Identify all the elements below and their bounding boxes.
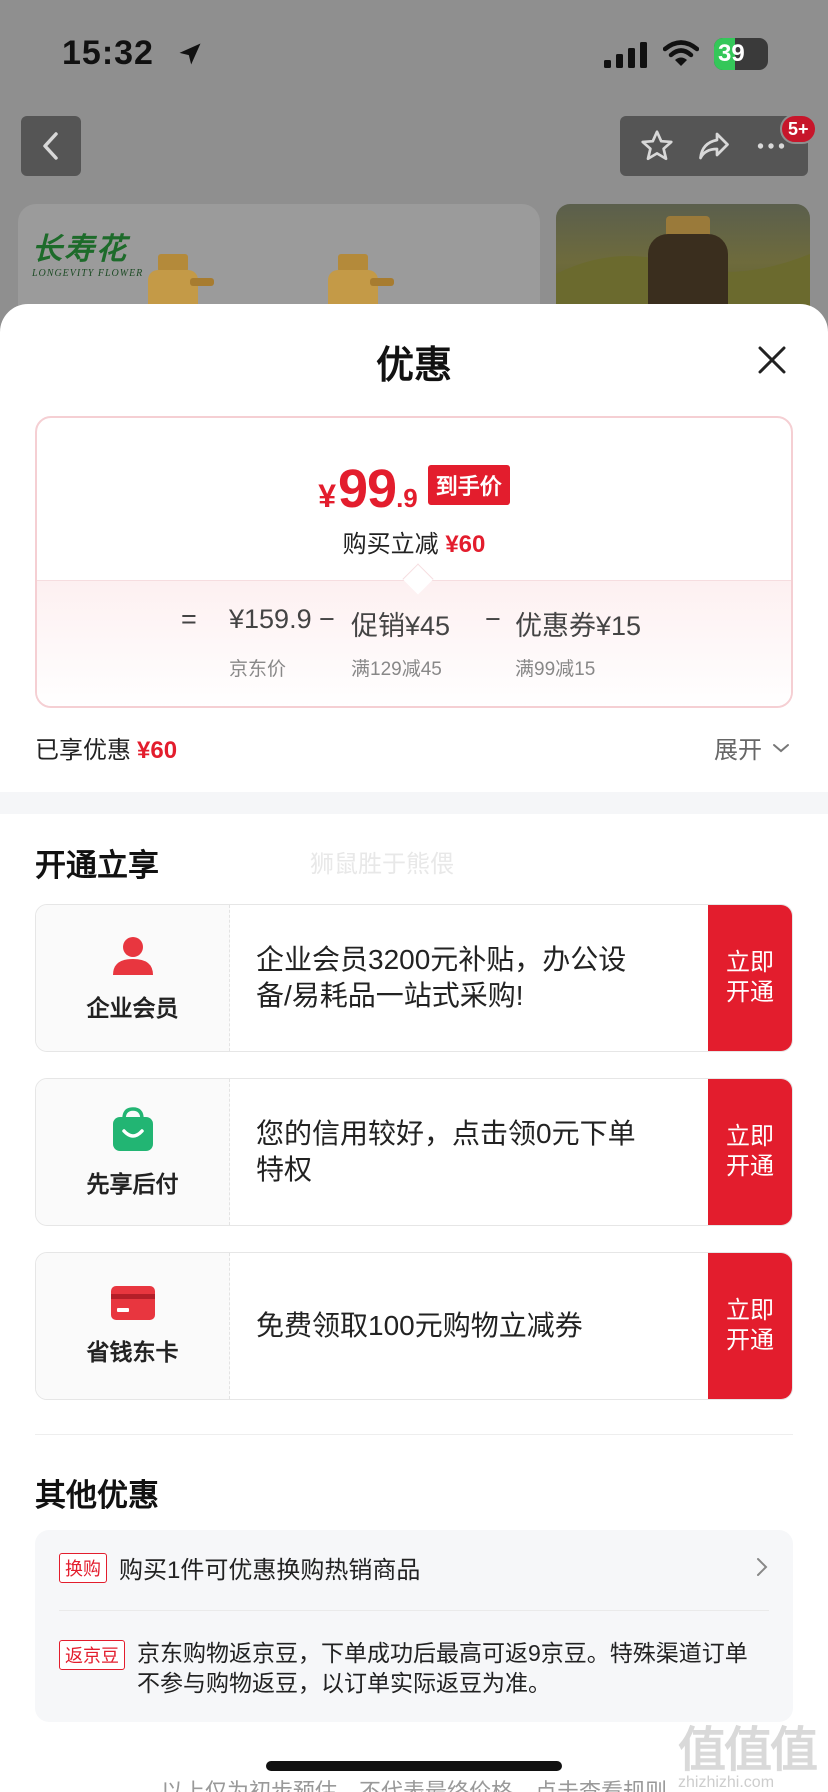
offer-name: 省钱东卡 [86, 1339, 179, 1365]
enjoyed-discount: 已享优惠 ¥60 [35, 737, 178, 764]
other-offers-list: 换购 购买1件可优惠换购热销商品 返京豆 京东购物返京豆，下单成功后最高可返9京… [35, 1530, 793, 1722]
minus-sign: − [319, 604, 335, 634]
divider [35, 1434, 793, 1435]
price-breakdown [37, 580, 791, 706]
battery-indicator: 39 [714, 38, 768, 70]
list-item-trade-in[interactable]: 换购 购买1件可优惠换购热销商品 [59, 1550, 769, 1585]
offer-description: 您的信用较好，点击领0元下单特权 [256, 1118, 636, 1185]
brand-logo: 长寿花 LONGEVITY FLOWER [32, 232, 144, 279]
offer-text: 京东购物返京豆，下单成功后最高可返9京豆。特殊渠道订单不参与购物返豆，以订单实际… [137, 1640, 748, 1696]
offer-card-savings-card: 省钱东卡 免费领取100元购物立减券 立即开通 [35, 1252, 793, 1400]
equals-sign: = [181, 604, 197, 634]
list-item-jd-beans: 返京豆 京东购物返京豆，下单成功后最高可返9京豆。特殊渠道订单不参与购物返豆，以… [59, 1638, 759, 1698]
offer-description: 免费领取100元购物立减券 [256, 1310, 583, 1341]
offer-text: 购买1件可优惠换购热销商品 [119, 1557, 421, 1584]
product-page-background: 15:32 39 5+ 长寿花 LONGEVITY FLOWER [0, 0, 828, 334]
shopping-bag-icon [112, 1107, 153, 1151]
other-section-title: 其他优惠 [35, 1478, 159, 1513]
chevron-down-icon [773, 743, 789, 752]
card-icon [110, 1286, 155, 1320]
activate-section-title: 开通立享 [35, 848, 159, 883]
corner-watermark: 值值值 zhizhizhi.com [678, 1724, 818, 1791]
home-indicator [266, 1761, 562, 1771]
share-icon[interactable] [696, 128, 732, 164]
instant-discount-text: 购买立减 ¥60 [342, 531, 486, 558]
activate-button[interactable]: 立即开通 [708, 905, 792, 1051]
activate-button[interactable]: 立即开通 [708, 1079, 792, 1225]
offer-tag: 返京豆 [59, 1640, 125, 1670]
star-icon[interactable] [639, 128, 675, 164]
offer-name: 先享后付 [86, 1171, 179, 1197]
coupon-amount: 优惠券¥15 [515, 611, 642, 641]
wifi-icon [663, 40, 699, 66]
offer-name: 企业会员 [86, 995, 179, 1021]
section-divider [0, 792, 828, 814]
offer-card-enterprise-member: 企业会员 企业会员3200元补贴，办公设备/易耗品一站式采购! 立即开通 [35, 904, 793, 1052]
location-arrow-icon [179, 43, 201, 65]
promotion-amount: 促销¥45 [351, 611, 451, 641]
status-bar: 15:32 39 [0, 0, 828, 100]
notification-badge: 5+ [780, 114, 817, 144]
offer-description: 企业会员3200元补贴，办公设备/易耗品一站式采购! [256, 944, 627, 1011]
minus-sign: − [485, 604, 501, 634]
final-price: ¥ 99 .9 到手价 [37, 458, 791, 520]
back-button[interactable] [21, 116, 81, 176]
watermark: 狮鼠胜于熊偎 [310, 851, 454, 878]
discount-sheet: 优惠 ¥ 99 .9 到手价 购买立减 ¥60 = ¥159.9 京东价 − 促… [0, 304, 828, 1792]
close-icon[interactable] [752, 340, 792, 380]
activate-button[interactable]: 立即开通 [708, 1253, 792, 1399]
person-icon [112, 937, 153, 975]
cellular-signal-icon [604, 42, 647, 68]
expand-button[interactable]: 展开 [714, 730, 790, 765]
sheet-title: 优惠 [375, 345, 452, 387]
chevron-left-icon [43, 132, 58, 160]
final-price-tag: 到手价 [427, 465, 510, 505]
divider [59, 1610, 769, 1611]
offer-tag: 换购 [59, 1552, 107, 1583]
promotion-rule: 满129减45 [351, 659, 442, 680]
base-price-label: 京东价 [229, 659, 287, 680]
status-time: 15:32 [62, 34, 154, 72]
offer-card-buy-now-pay-later: 先享后付 您的信用较好，点击领0元下单特权 立即开通 [35, 1078, 793, 1226]
chevron-right-icon [757, 1558, 768, 1576]
base-price: ¥159.9 [229, 604, 312, 634]
price-summary-card: ¥ 99 .9 到手价 购买立减 ¥60 = ¥159.9 京东价 − 促销¥4… [35, 416, 793, 708]
coupon-rule: 满99减15 [515, 659, 596, 680]
